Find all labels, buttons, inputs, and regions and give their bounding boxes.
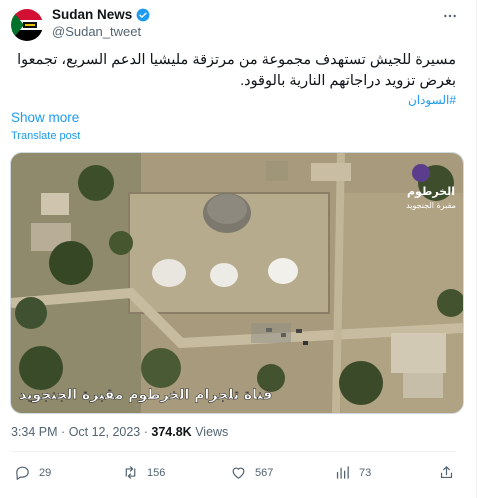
logo-line-2: مقبرة الجنجويد xyxy=(406,201,456,210)
heart-icon xyxy=(232,467,245,479)
reply-count: 29 xyxy=(39,466,52,479)
views-button[interactable]: 73 xyxy=(334,464,371,481)
post-date[interactable]: Oct 12, 2023 xyxy=(69,425,141,439)
reply-icon xyxy=(16,466,29,480)
verified-badge-icon xyxy=(136,8,150,21)
views-count: 374.8K xyxy=(151,425,192,439)
tweet-meta: 3:34 PM · Oct 12, 2023 · 374.8K Views xyxy=(11,425,229,439)
more-options-icon[interactable] xyxy=(442,8,458,24)
share-icon xyxy=(440,466,453,479)
show-more-link[interactable]: Show more xyxy=(11,110,79,125)
logo-line-1: الخرطوم xyxy=(407,185,455,198)
aerial-video-frame: الخرطوم مقبرة الجنجويد قناة تلجرام الخرط… xyxy=(11,153,463,413)
reply-button[interactable]: 29 xyxy=(14,464,51,481)
translate-post-link[interactable]: Translate post xyxy=(11,130,80,142)
post-time[interactable]: 3:34 PM xyxy=(11,425,58,439)
like-button[interactable]: 567 xyxy=(230,464,273,481)
retweet-count: 156 xyxy=(147,466,166,479)
tweet-text: مسيرة للجيش تستهدف مجموعة من مرتزقة مليش… xyxy=(17,52,456,89)
bookmark-count: 73 xyxy=(359,466,372,479)
views-label: Views xyxy=(195,425,229,439)
video-caption: قناة تلجرام الخرطوم مقبرة الجنجويد xyxy=(19,387,272,403)
divider xyxy=(10,451,456,452)
tweet-card: Sudan News @Sudan_tweet مسيرة للجيش تسته… xyxy=(0,0,477,498)
action-bar: 29 156 567 73 xyxy=(10,460,456,488)
like-count: 567 xyxy=(255,466,274,479)
author-handle[interactable]: @Sudan_tweet xyxy=(52,24,141,39)
bar-chart-icon xyxy=(336,466,349,479)
avatar[interactable] xyxy=(11,9,43,41)
retweet-button[interactable]: 156 xyxy=(122,464,165,481)
share-button[interactable] xyxy=(438,464,455,481)
video-media[interactable]: الخرطوم مقبرة الجنجويد قناة تلجرام الخرط… xyxy=(10,152,464,414)
author-name[interactable]: Sudan News xyxy=(52,7,132,22)
hashtag-link[interactable]: #السودان xyxy=(408,93,456,107)
retweet-icon xyxy=(125,466,136,479)
